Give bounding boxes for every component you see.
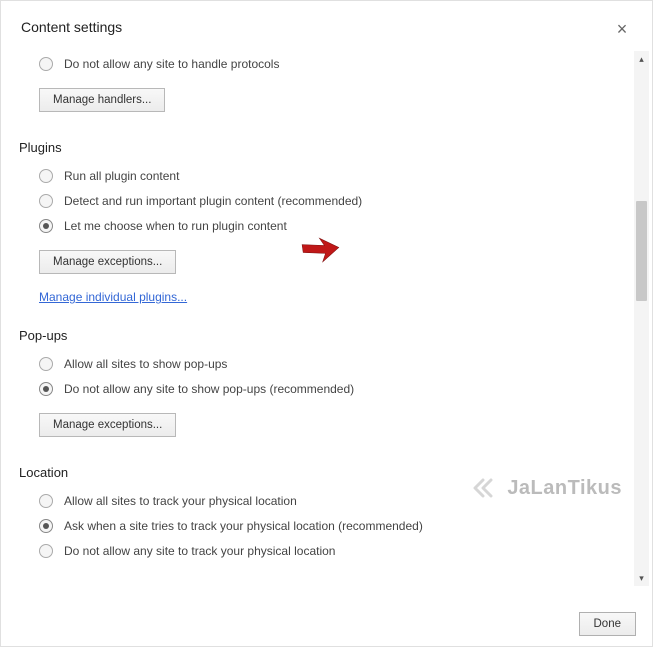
location-opt-ask[interactable]: Ask when a site tries to track your phys… <box>39 519 614 533</box>
radio-label: Do not allow any site to track your phys… <box>64 544 335 558</box>
radio-icon <box>39 219 53 233</box>
radio-icon <box>39 494 53 508</box>
radio-label: Let me choose when to run plugin content <box>64 219 287 233</box>
plugins-opt-run-all[interactable]: Run all plugin content <box>39 169 614 183</box>
manage-individual-plugins-link[interactable]: Manage individual plugins... <box>39 290 614 304</box>
scrollbar-track[interactable]: ▴ ▾ <box>634 51 649 586</box>
plugins-opt-let-me-choose[interactable]: Let me choose when to run plugin content <box>39 219 614 233</box>
scroll-panel: Do not allow any site to handle protocol… <box>1 43 634 592</box>
location-opt-disallow[interactable]: Do not allow any site to track your phys… <box>39 544 614 558</box>
plugins-opt-detect[interactable]: Detect and run important plugin content … <box>39 194 614 208</box>
radio-icon <box>39 357 53 371</box>
protocols-opt-disallow[interactable]: Do not allow any site to handle protocol… <box>39 57 614 71</box>
popups-opt-disallow[interactable]: Do not allow any site to show pop-ups (r… <box>39 382 614 396</box>
radio-label: Run all plugin content <box>64 169 179 183</box>
popups-opt-allow[interactable]: Allow all sites to show pop-ups <box>39 357 614 371</box>
location-section: Location Allow all sites to track your p… <box>21 465 614 558</box>
radio-label: Detect and run important plugin content … <box>64 194 362 208</box>
dialog-footer: Done <box>1 602 652 646</box>
protocols-section: Do not allow any site to handle protocol… <box>21 57 614 116</box>
radio-icon <box>39 382 53 396</box>
dialog-title: Content settings <box>21 19 122 35</box>
radio-icon <box>39 519 53 533</box>
radio-icon <box>39 544 53 558</box>
section-title-location: Location <box>19 465 614 480</box>
done-button[interactable]: Done <box>579 612 637 636</box>
popups-section: Pop-ups Allow all sites to show pop-ups … <box>21 328 614 441</box>
radio-label: Do not allow any site to show pop-ups (r… <box>64 382 354 396</box>
plugins-manage-exceptions-button[interactable]: Manage exceptions... <box>39 250 176 274</box>
radio-icon <box>39 169 53 183</box>
popups-manage-exceptions-button[interactable]: Manage exceptions... <box>39 413 176 437</box>
radio-label: Allow all sites to show pop-ups <box>64 357 227 371</box>
close-button[interactable]: × <box>612 19 632 39</box>
scrollbar-thumb[interactable] <box>636 201 647 301</box>
location-opt-allow[interactable]: Allow all sites to track your physical l… <box>39 494 614 508</box>
section-title-plugins: Plugins <box>19 140 614 155</box>
manage-handlers-button[interactable]: Manage handlers... <box>39 88 165 112</box>
radio-icon <box>39 57 53 71</box>
plugins-section: Plugins Run all plugin content Detect an… <box>21 140 614 304</box>
radio-label: Ask when a site tries to track your phys… <box>64 519 423 533</box>
radio-label: Do not allow any site to handle protocol… <box>64 57 279 71</box>
scroll-down-arrow-icon[interactable]: ▾ <box>634 570 649 586</box>
radio-label: Allow all sites to track your physical l… <box>64 494 297 508</box>
radio-icon <box>39 194 53 208</box>
section-title-popups: Pop-ups <box>19 328 614 343</box>
scroll-up-arrow-icon[interactable]: ▴ <box>634 51 649 67</box>
content-settings-dialog: Content settings × Do not allow any site… <box>0 0 653 647</box>
